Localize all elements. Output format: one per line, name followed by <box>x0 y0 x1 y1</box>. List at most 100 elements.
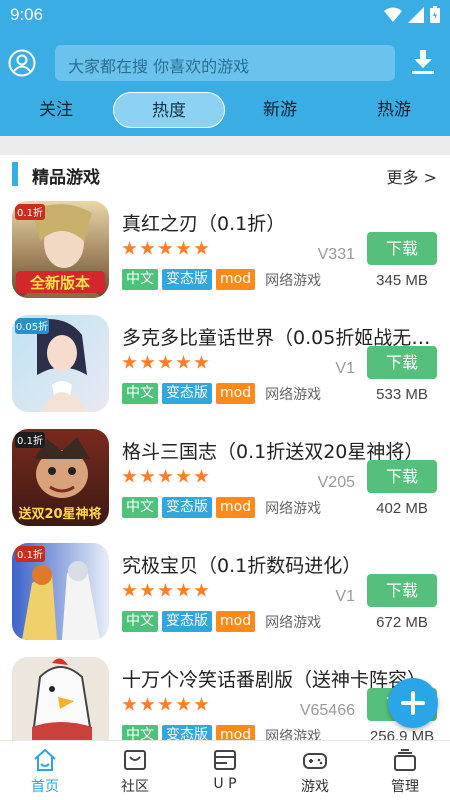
game-version: V331 <box>317 246 355 263</box>
star-icon <box>158 469 173 483</box>
game-tags: 中文 变态版 mod 网络游戏 <box>122 383 321 404</box>
game-version: V205 <box>317 474 355 491</box>
rating-stars <box>122 697 209 712</box>
game-category: 网络游戏 <box>265 386 322 403</box>
star-icon <box>158 355 173 369</box>
game-icon[interactable]: 0.1折 <box>12 543 109 640</box>
star-icon <box>158 583 173 597</box>
tab-follow[interactable]: 关注 <box>16 92 96 128</box>
game-row[interactable]: 十万个冷笑话番剧版（送神卡阵容） V65466 中文 变态版 mod 网络游戏 … <box>0 657 450 740</box>
tag-mod: mod <box>216 383 256 404</box>
game-category: 网络游戏 <box>265 728 322 741</box>
section-accent-bar <box>12 162 18 186</box>
icon-banner: 送双20星神将 <box>17 506 101 522</box>
star-icon <box>194 583 209 597</box>
game-size: 256.9 MB <box>369 728 435 740</box>
nav-home[interactable]: 首页 <box>0 741 90 800</box>
rating-stars <box>122 583 209 598</box>
game-category: 网络游戏 <box>265 500 322 517</box>
rating-stars <box>122 355 209 370</box>
download-button[interactable]: 下载 <box>367 346 437 379</box>
download-button[interactable]: 下载 <box>367 232 437 265</box>
bottom-nav: 首页 社区 U P 游戏 管理 <box>0 740 450 800</box>
tab-new[interactable]: 新游 <box>240 92 320 128</box>
star-icon <box>140 355 155 369</box>
game-icon[interactable] <box>12 657 109 740</box>
nav-label: 社区 <box>121 779 149 795</box>
gamepad-icon <box>303 753 327 769</box>
game-row[interactable]: 全新版本 0.1折 真红之刃（0.1折） V331 中文 变态版 mod 网络游… <box>0 201 450 315</box>
tab-hot[interactable]: 热度 <box>113 92 225 128</box>
star-icon <box>140 583 155 597</box>
wifi-icon <box>384 7 402 22</box>
game-size: 672 MB <box>376 614 428 631</box>
discount-badge: 0.05折 <box>16 320 48 333</box>
tag-mod: mod <box>216 611 256 632</box>
tag-bt: 变态版 <box>162 725 212 740</box>
tag-chinese: 中文 <box>122 269 158 290</box>
star-icon <box>140 697 155 711</box>
tag-chinese: 中文 <box>122 611 158 632</box>
star-icon <box>194 241 209 255</box>
game-tags: 中文 变态版 mod 网络游戏 <box>122 611 321 632</box>
section-divider <box>0 136 450 155</box>
tag-mod: mod <box>216 725 256 740</box>
star-icon <box>194 697 209 711</box>
star-icon <box>176 469 191 483</box>
game-icon[interactable]: 0.05折 <box>12 315 109 412</box>
more-link[interactable]: 更多 > <box>387 164 438 188</box>
tag-bt: 变态版 <box>162 497 212 518</box>
game-row[interactable]: 0.05折 多克多比童话世界（0.05折姬战无双） V1 中文 变态版 mod … <box>0 315 450 429</box>
game-icon[interactable]: 送双20星神将 0.1折 <box>12 429 109 526</box>
battery-icon <box>430 6 440 23</box>
star-icon <box>122 241 137 255</box>
star-icon <box>122 355 137 369</box>
tag-mod: mod <box>216 269 256 290</box>
discount-badge: 0.1折 <box>17 434 43 447</box>
tag-bt: 变态版 <box>162 611 212 632</box>
star-icon <box>158 241 173 255</box>
game-icon[interactable]: 全新版本 0.1折 <box>12 201 109 298</box>
discount-badge: 0.1折 <box>17 206 43 219</box>
user-circle-icon[interactable] <box>8 49 36 77</box>
rating-stars <box>122 469 209 484</box>
up-icon <box>214 750 236 770</box>
tab-trending[interactable]: 热游 <box>354 92 434 128</box>
game-tags: 中文 变态版 mod 网络游戏 <box>122 497 321 518</box>
discount-badge: 0.1折 <box>17 548 43 561</box>
star-icon <box>176 583 191 597</box>
rating-stars <box>122 241 209 256</box>
game-size: 345 MB <box>376 272 428 289</box>
nav-community[interactable]: 社区 <box>90 741 180 800</box>
nav-games[interactable]: 游戏 <box>270 741 360 800</box>
star-icon <box>158 697 173 711</box>
game-row[interactable]: 0.1折 究极宝贝（0.1折数码进化） V1 中文 变态版 mod 网络游戏 下… <box>0 543 450 657</box>
download-button[interactable]: 下载 <box>367 574 437 607</box>
tag-chinese: 中文 <box>122 497 158 518</box>
game-size: 533 MB <box>376 386 428 403</box>
game-size: 402 MB <box>376 500 428 517</box>
star-icon <box>176 697 191 711</box>
section-title: 精品游戏 <box>32 168 100 188</box>
game-category: 网络游戏 <box>265 272 322 289</box>
search-input[interactable]: 大家都在搜 你喜欢的游戏 <box>55 45 395 81</box>
download-button[interactable]: 下载 <box>367 460 437 493</box>
nav-up[interactable]: U P <box>180 741 270 800</box>
search-placeholder: 大家都在搜 你喜欢的游戏 <box>68 57 250 76</box>
download-icon[interactable] <box>411 49 435 75</box>
tag-chinese: 中文 <box>122 725 158 740</box>
game-version: V1 <box>335 360 355 377</box>
tag-bt: 变态版 <box>162 383 212 404</box>
nav-label: 游戏 <box>301 779 329 795</box>
game-row[interactable]: 送双20星神将 0.1折 格斗三国志（0.1折送双20星神将） V205 中文 … <box>0 429 450 543</box>
game-tags: 中文 变态版 mod 网络游戏 <box>122 269 321 290</box>
star-icon <box>176 241 191 255</box>
tag-chinese: 中文 <box>122 383 158 404</box>
nav-manage[interactable]: 管理 <box>360 741 450 800</box>
header: 大家都在搜 你喜欢的游戏 关注 热度 新游 热游 <box>0 32 450 136</box>
add-fab-button[interactable] <box>388 678 438 728</box>
star-icon <box>194 469 209 483</box>
star-icon <box>176 355 191 369</box>
star-icon <box>122 697 137 711</box>
tag-bt: 变态版 <box>162 269 212 290</box>
